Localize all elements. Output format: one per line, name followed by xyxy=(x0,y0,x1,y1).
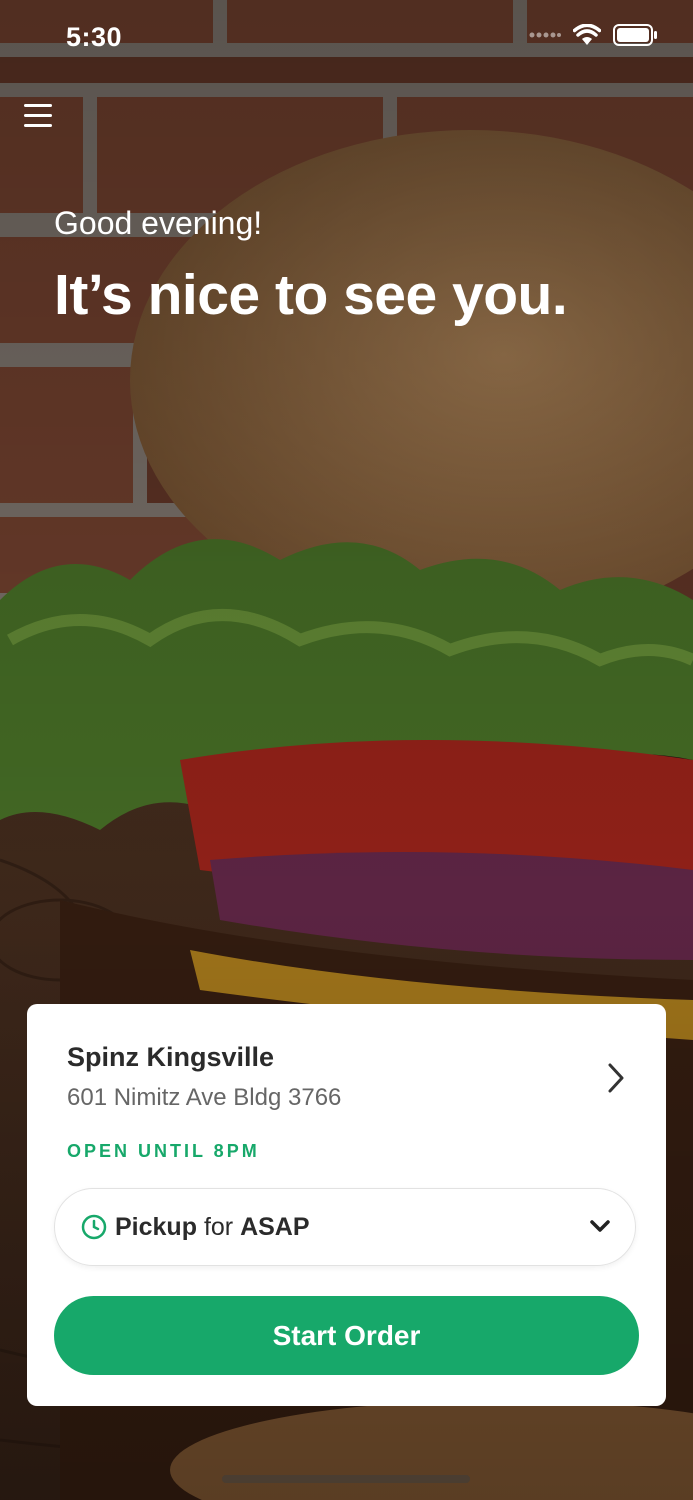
home-indicator[interactable] xyxy=(222,1475,470,1483)
hamburger-menu-icon[interactable] xyxy=(24,104,56,132)
pickup-mode: Pickup xyxy=(115,1212,197,1241)
pickup-text: Pickup for ASAP xyxy=(115,1213,310,1242)
clock-icon xyxy=(81,1214,107,1240)
store-card: Spinz Kingsville 601 Nimitz Ave Bldg 376… xyxy=(27,1004,666,1406)
start-order-button[interactable]: Start Order xyxy=(54,1296,639,1375)
store-address[interactable]: 601 Nimitz Ave Bldg 3766 xyxy=(67,1084,341,1112)
status-bar: 5:30 xyxy=(0,0,693,80)
wifi-icon xyxy=(573,24,601,45)
open-status-label: OPEN UNTIL 8PM xyxy=(67,1141,260,1161)
status-icons xyxy=(529,24,657,46)
pickup-connector: for xyxy=(203,1212,234,1241)
headline-text: It’s nice to see you. xyxy=(54,263,568,327)
store-name[interactable]: Spinz Kingsville xyxy=(67,1042,274,1073)
chevron-down-icon[interactable] xyxy=(589,1217,611,1235)
status-time: 5:30 xyxy=(66,22,123,52)
greeting-text: Good evening! xyxy=(54,205,263,241)
chevron-right-icon[interactable] xyxy=(602,1060,630,1096)
pickup-time-selector[interactable]: Pickup for ASAP xyxy=(54,1188,636,1266)
battery-icon xyxy=(613,24,657,46)
signal-icon xyxy=(529,32,561,38)
pickup-time: ASAP xyxy=(240,1212,310,1241)
